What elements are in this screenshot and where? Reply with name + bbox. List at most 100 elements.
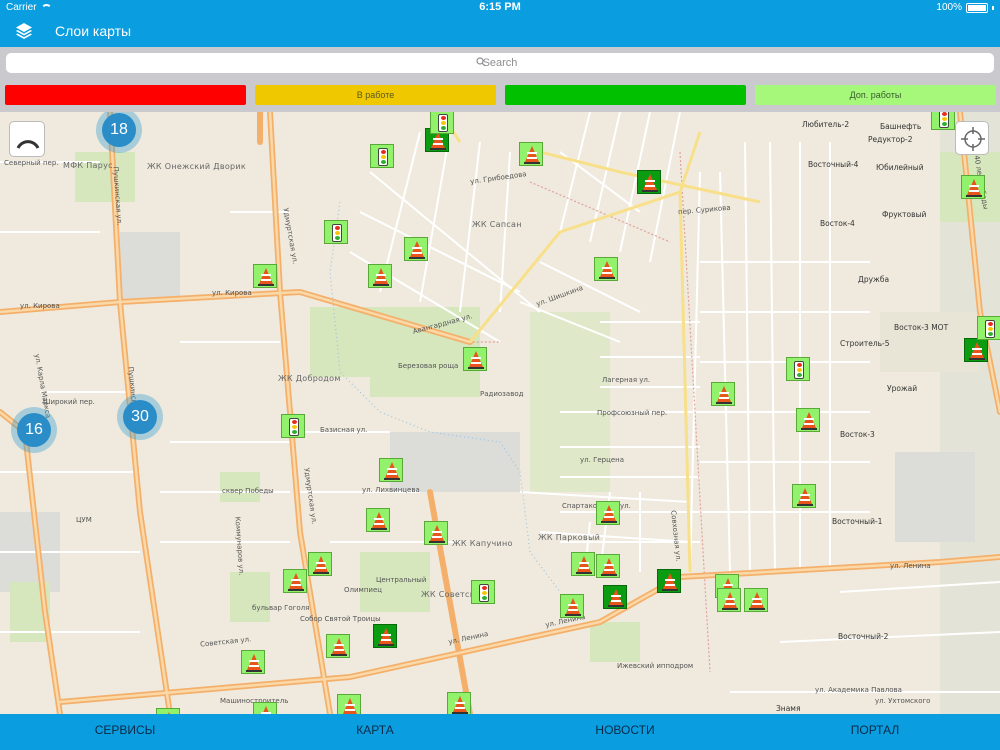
cone-base <box>331 654 347 656</box>
roadwork-marker[interactable] <box>241 650 265 674</box>
roadwork-marker[interactable] <box>603 585 627 609</box>
compass-button[interactable] <box>9 121 45 157</box>
yellow-light <box>381 155 386 159</box>
cone-stripe <box>291 579 301 581</box>
roadwork-marker[interactable] <box>447 692 471 714</box>
cone-stripe <box>455 702 465 704</box>
tab-map[interactable]: КАРТА <box>250 714 500 750</box>
cone-stripe <box>725 603 735 605</box>
roadwork-marker[interactable] <box>519 142 543 166</box>
poi-label: Березовая роща <box>398 362 459 370</box>
traffic-light-marker[interactable] <box>281 414 305 438</box>
roadwork-marker[interactable] <box>594 257 618 281</box>
roadwork-marker[interactable] <box>379 458 403 482</box>
roadwork-marker[interactable] <box>961 175 985 199</box>
roadwork-marker[interactable] <box>308 552 332 576</box>
poi-label: Собор Святой Троицы <box>300 615 381 623</box>
filter-red[interactable] <box>5 85 246 105</box>
cone-stripe <box>719 392 729 394</box>
yellow-light <box>292 425 297 429</box>
search-input[interactable] <box>6 53 994 73</box>
roadwork-marker[interactable] <box>424 521 448 545</box>
roadwork-marker[interactable] <box>596 501 620 525</box>
cone-base <box>313 572 329 574</box>
cone-base <box>797 504 813 506</box>
cone-stripe <box>381 634 391 636</box>
roadwork-marker[interactable] <box>253 702 277 714</box>
tab-services[interactable]: СЕРВИСЫ <box>0 714 250 750</box>
roadwork-marker[interactable] <box>657 569 681 593</box>
yellow-light <box>797 368 802 372</box>
filter-extra-works[interactable]: Доп. работы <box>755 85 996 105</box>
cone-base <box>378 644 394 646</box>
district-label: Дружба <box>858 275 890 284</box>
cone-stripe <box>719 397 729 399</box>
cone-stripe <box>579 567 589 569</box>
cone-stripe <box>527 152 537 154</box>
green-light <box>482 596 487 600</box>
tab-news[interactable]: НОВОСТИ <box>500 714 750 750</box>
cone-stripe <box>345 704 355 706</box>
roadwork-marker[interactable] <box>964 338 988 362</box>
roadwork-marker[interactable] <box>463 347 487 371</box>
traffic-light-marker[interactable] <box>931 112 955 130</box>
cone-stripe <box>455 707 465 709</box>
district-label: Восток-3 МОТ <box>894 323 949 332</box>
poi-label: Центральный <box>376 576 427 584</box>
traffic-light-marker[interactable] <box>977 316 1000 340</box>
roadwork-marker[interactable] <box>637 170 661 194</box>
traffic-light-marker[interactable] <box>370 144 394 168</box>
traffic-cone-icon <box>385 462 399 478</box>
roadwork-marker[interactable] <box>596 554 620 578</box>
roadwork-marker[interactable] <box>560 594 584 618</box>
roadwork-marker[interactable] <box>326 634 350 658</box>
traffic-light-marker[interactable] <box>471 580 495 604</box>
cone-base <box>969 358 985 360</box>
roadwork-marker[interactable] <box>796 408 820 432</box>
roadwork-marker[interactable] <box>283 569 307 593</box>
district-label: Фруктовый <box>882 210 927 219</box>
roadwork-marker[interactable] <box>711 382 735 406</box>
cone-stripe <box>665 584 675 586</box>
red-light <box>381 150 386 154</box>
cone-stripe <box>804 423 814 425</box>
green-light <box>441 126 446 130</box>
tab-portal[interactable]: ПОРТАЛ <box>750 714 1000 750</box>
marker-cluster[interactable]: 30 <box>117 394 163 440</box>
green-light <box>942 122 947 126</box>
cone-base <box>384 478 400 480</box>
filter-green[interactable] <box>505 85 746 105</box>
traffic-cone-icon <box>289 573 303 589</box>
traffic-light-marker[interactable] <box>430 112 454 134</box>
locate-button[interactable] <box>955 121 989 155</box>
cone-base <box>722 608 738 610</box>
roadwork-marker[interactable] <box>744 588 768 612</box>
layers-icon[interactable] <box>14 21 34 41</box>
roadwork-marker[interactable] <box>337 694 361 714</box>
traffic-light-icon <box>438 114 448 132</box>
district-label: Башнефть <box>880 122 922 131</box>
marker-cluster[interactable]: 16 <box>11 407 57 453</box>
filter-in-progress[interactable]: В работе <box>255 85 496 105</box>
roadwork-marker[interactable] <box>253 264 277 288</box>
green-light <box>292 430 297 434</box>
cone-stripe <box>387 473 397 475</box>
poi-label: бульвар Гоголя <box>252 604 310 612</box>
cone-base <box>716 402 732 404</box>
roadwork-marker[interactable] <box>792 484 816 508</box>
map-view[interactable]: ЖК Онежский Дворик МФК Парус ЖК Сапсан Ж… <box>0 112 1000 714</box>
traffic-light-marker[interactable] <box>786 357 810 381</box>
roadwork-marker[interactable] <box>404 237 428 261</box>
cone-stripe <box>316 562 326 564</box>
roadwork-marker[interactable] <box>571 552 595 576</box>
red-light <box>335 226 340 230</box>
cone-stripe <box>261 279 271 281</box>
roadwork-marker[interactable] <box>366 508 390 532</box>
roadwork-marker[interactable] <box>368 264 392 288</box>
roadwork-marker[interactable] <box>373 624 397 648</box>
cone-stripe <box>433 138 443 140</box>
cone-stripe <box>568 604 578 606</box>
traffic-light-marker[interactable] <box>324 220 348 244</box>
roadwork-marker[interactable] <box>717 588 741 612</box>
district-label: Восточный-4 <box>808 160 859 169</box>
